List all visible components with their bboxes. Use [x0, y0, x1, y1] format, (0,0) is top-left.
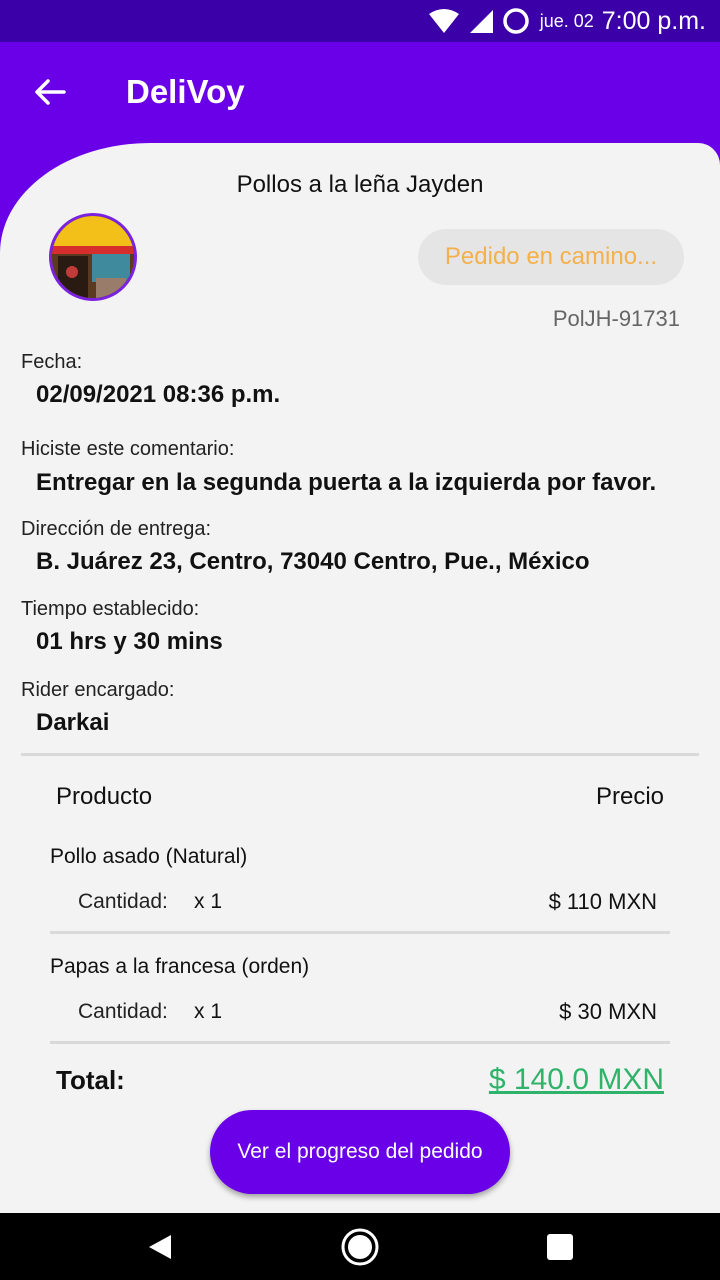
restaurant-logo [49, 213, 137, 301]
time-value: 01 hrs y 30 mins [36, 628, 223, 655]
time-label: Tiempo establecido: [21, 598, 200, 620]
app-title: DeliVoy [126, 73, 245, 110]
product-name: Pollo asado (Natural) [50, 845, 248, 868]
address-value: B. Juárez 23, Centro, 73040 Centro, Pue.… [36, 548, 590, 575]
product-name: Papas a la francesa (orden) [50, 955, 310, 978]
section-divider [21, 753, 699, 756]
circle-icon [502, 8, 529, 34]
wifi-icon [428, 9, 459, 33]
product-price: $ 110 MXN [548, 889, 657, 914]
row-divider [50, 931, 670, 934]
status-date: jue. 02 [539, 10, 594, 31]
quantity-label: Cantidad: [78, 890, 168, 913]
home-circle-icon [341, 1228, 379, 1265]
arrow-left-icon [35, 79, 66, 105]
status-icons [428, 7, 530, 35]
rider-label: Rider encargado: [21, 679, 175, 701]
back-button[interactable] [20, 62, 80, 122]
status-bar: jue. 02 7:00 p.m. [0, 0, 720, 42]
view-progress-button[interactable]: Ver el progreso del pedido [210, 1110, 510, 1194]
restaurant-logo-image [52, 216, 134, 298]
product-price: $ 30 MXN [559, 999, 657, 1024]
comment-label: Hiciste este comentario: [21, 438, 235, 460]
comment-value: Entregar en la segunda puerta a la izqui… [36, 469, 657, 496]
order-card: Pollos a la leña Jayden Pedido en camino… [0, 143, 720, 1213]
quantity-label: Cantidad: [78, 1000, 168, 1023]
back-triangle-icon [149, 1234, 171, 1259]
signal-icon [469, 10, 493, 33]
quantity-value: x 1 [194, 1000, 223, 1023]
date-label: Fecha: [21, 351, 83, 373]
product-header: Producto [56, 783, 153, 810]
nav-back-button[interactable] [130, 1217, 190, 1277]
price-header: Precio [595, 783, 664, 810]
total-label: Total: [56, 1065, 125, 1095]
restaurant-name: Pollos a la leña Jayden [236, 171, 484, 198]
system-nav-bar [0, 1213, 720, 1280]
date-value: 02/09/2021 08:36 p.m. [36, 381, 281, 408]
status-time: 7:00 p.m. [601, 6, 706, 35]
order-code: PolJH-91731 [552, 306, 680, 331]
order-status-chip: Pedido en camino... [418, 229, 684, 285]
rider-value: Darkai [36, 709, 110, 736]
address-label: Dirección de entrega: [21, 518, 212, 540]
nav-home-button[interactable] [330, 1217, 390, 1277]
quantity-value: x 1 [194, 890, 223, 913]
total-value[interactable]: $ 140.0 MXN [489, 1063, 664, 1097]
recents-square-icon [547, 1233, 573, 1260]
nav-recents-button[interactable] [530, 1217, 590, 1277]
row-divider [50, 1041, 670, 1044]
app-bar: DeliVoy [0, 42, 720, 142]
